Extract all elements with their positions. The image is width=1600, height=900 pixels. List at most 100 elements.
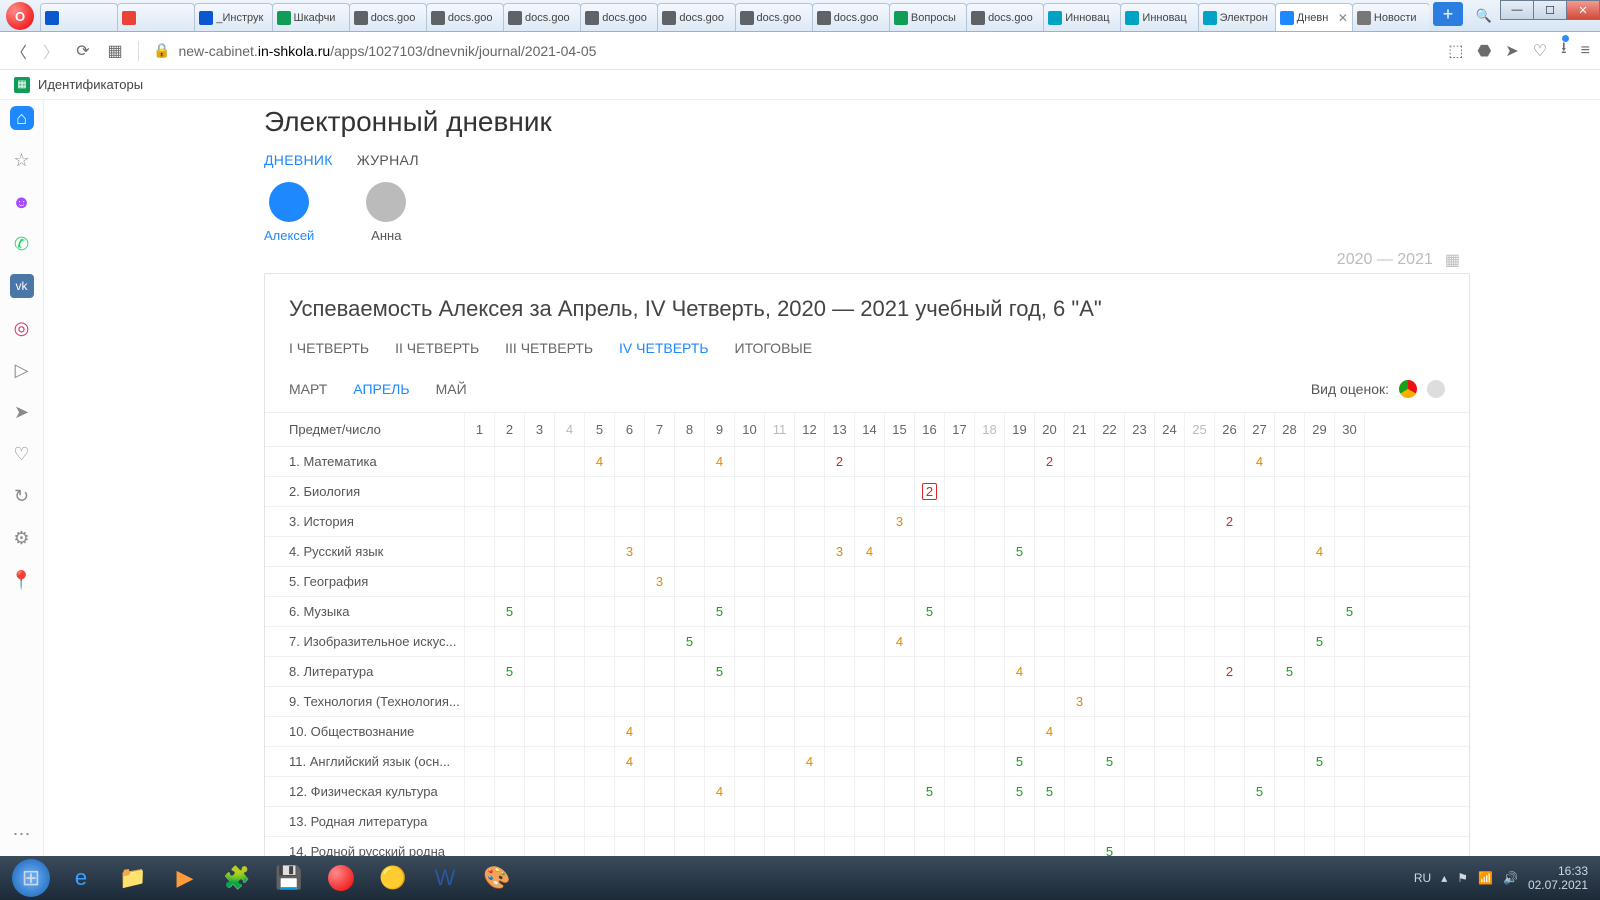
grade-cell [585, 597, 615, 626]
grade-cell [1185, 747, 1215, 776]
tab-q4[interactable]: IV ЧЕТВЕРТЬ [619, 340, 708, 356]
grade-cell [795, 597, 825, 626]
player-icon[interactable]: ▷ [10, 358, 34, 382]
browser-tab[interactable]: Инновац [1120, 3, 1198, 31]
close-window-button[interactable]: ✕ [1566, 0, 1600, 20]
grade-cell: 5 [1095, 747, 1125, 776]
tab-q1[interactable]: I ЧЕТВЕРТЬ [289, 340, 369, 356]
tray-network-icon[interactable]: 📶 [1478, 871, 1493, 885]
back-button[interactable]: 〈 [10, 42, 28, 60]
grade-value: 2 [1226, 514, 1233, 529]
child-aleksei[interactable]: Алексей [264, 182, 314, 243]
taskbar-app1[interactable]: 🧩 [212, 858, 262, 898]
grade-value: 4 [716, 784, 723, 799]
browser-tab[interactable] [40, 3, 118, 31]
browser-tab[interactable]: docs.goo [349, 3, 427, 31]
browser-tab[interactable]: docs.goo [657, 3, 735, 31]
grade-cell [1335, 777, 1365, 806]
history-icon[interactable]: ↻ [10, 484, 34, 508]
tab-diary[interactable]: ДНЕВНИК [264, 152, 333, 168]
start-button[interactable]: ⊞ [12, 859, 50, 897]
shield-icon[interactable]: ⬣ [1477, 41, 1491, 61]
browser-tab[interactable] [117, 3, 195, 31]
minimize-button[interactable]: — [1500, 0, 1534, 20]
pin-icon[interactable]: 📍 [10, 568, 34, 592]
reload-button[interactable]: ⟳ [74, 42, 92, 60]
browser-tab[interactable]: Инновац [1043, 3, 1121, 31]
taskbar-explorer[interactable]: 📁 [108, 858, 158, 898]
browser-tab[interactable]: docs.goo [812, 3, 890, 31]
easy-setup-icon[interactable]: ≡ [1581, 42, 1590, 60]
url-field[interactable]: 🔒 new-cabinet.in-shkola.ru/apps/1027103/… [153, 42, 1434, 59]
screenshot-icon[interactable]: ⬚ [1448, 41, 1463, 61]
grade-cell [675, 447, 705, 476]
taskbar-opera[interactable] [316, 858, 366, 898]
heart-icon[interactable]: ♡ [1533, 41, 1547, 61]
tab-final[interactable]: ИТОГОВЫЕ [735, 340, 813, 356]
subject-name: 1. Математика [265, 447, 465, 476]
home-icon[interactable]: ⌂ [10, 106, 34, 130]
taskbar-save[interactable]: 💾 [264, 858, 314, 898]
browser-tab[interactable]: docs.goo [966, 3, 1044, 31]
browser-tab[interactable]: _Инструк [194, 3, 272, 31]
grade-value: 3 [896, 514, 903, 529]
settings-icon[interactable]: ⚙ [10, 526, 34, 550]
maximize-button[interactable]: ☐ [1533, 0, 1567, 20]
mono-mode-button[interactable] [1427, 380, 1445, 398]
forward-button[interactable]: 〉 [42, 42, 60, 60]
tray-flag-icon[interactable]: ⚑ [1457, 871, 1468, 885]
address-bar: 〈 〉 ⟳ ▦ 🔒 new-cabinet.in-shkola.ru/apps/… [0, 32, 1600, 70]
grade-cell: 2 [1035, 447, 1065, 476]
lang-indicator[interactable]: RU [1414, 871, 1431, 885]
tab-search-button[interactable]: 🔍 [1467, 0, 1501, 31]
table-row: 10. Обществознание44 [265, 717, 1469, 747]
browser-tab[interactable]: Дневн✕ [1275, 3, 1353, 31]
taskbar-paint[interactable]: 🎨 [472, 858, 522, 898]
taskbar-media[interactable]: ▶ [160, 858, 210, 898]
browser-tab[interactable]: docs.goo [426, 3, 504, 31]
grade-value: 2 [1046, 454, 1053, 469]
tab-q3[interactable]: III ЧЕТВЕРТЬ [505, 340, 593, 356]
new-tab-button[interactable]: + [1433, 2, 1463, 26]
tab-journal[interactable]: ЖУРНАЛ [357, 152, 419, 168]
apps-button[interactable]: ▦ [106, 42, 124, 60]
window-titlebar: O _ИнструкШкафчиdocs.goodocs.goodocs.goo… [0, 0, 1600, 32]
browser-tab[interactable]: docs.goo [735, 3, 813, 31]
grade-cell [705, 747, 735, 776]
browser-tab[interactable]: Шкафчи [272, 3, 350, 31]
taskbar-ie[interactable]: e [56, 858, 106, 898]
close-tab-icon[interactable]: ✕ [1335, 11, 1348, 25]
taskbar-word[interactable]: W [420, 858, 470, 898]
tab-march[interactable]: МАРТ [289, 381, 327, 397]
grade-cell [525, 837, 555, 856]
tray-chevron-icon[interactable]: ▴ [1441, 871, 1447, 885]
school-year-picker[interactable]: 2020 — 2021 ▦ [1337, 250, 1460, 270]
bookmark-item[interactable]: Идентификаторы [38, 77, 143, 92]
browser-tab[interactable]: docs.goo [580, 3, 658, 31]
browser-tab[interactable]: Электрон [1198, 3, 1276, 31]
vk-icon[interactable]: vk [10, 274, 34, 298]
tab-q2[interactable]: II ЧЕТВЕРТЬ [395, 340, 479, 356]
tab-april[interactable]: АПРЕЛЬ [353, 381, 409, 397]
tray-clock[interactable]: 16:33 02.07.2021 [1528, 864, 1588, 893]
send-icon[interactable]: ➤ [1505, 41, 1518, 61]
messenger-icon[interactable]: ☻ [10, 190, 34, 214]
browser-tab[interactable]: docs.goo [503, 3, 581, 31]
heart-rail-icon[interactable]: ♡ [10, 442, 34, 466]
more-icon[interactable]: ⋯ [10, 822, 34, 846]
color-mode-button[interactable] [1399, 380, 1417, 398]
opera-menu-button[interactable]: O [6, 2, 34, 30]
tray-volume-icon[interactable]: 🔊 [1503, 871, 1518, 885]
browser-tab[interactable]: Вопросы [889, 3, 967, 31]
taskbar-chrome[interactable]: 🟡 [368, 858, 418, 898]
send-rail-icon[interactable]: ➤ [10, 400, 34, 424]
star-icon[interactable]: ☆ [10, 148, 34, 172]
instagram-icon[interactable]: ◎ [10, 316, 34, 340]
grade-cell [1065, 777, 1095, 806]
sheets-icon: ▦ [14, 77, 30, 93]
whatsapp-icon[interactable]: ✆ [10, 232, 34, 256]
browser-tab[interactable]: Новости [1352, 3, 1429, 31]
child-anna[interactable]: Анна [366, 182, 406, 243]
tab-may[interactable]: МАЙ [436, 381, 467, 397]
downloads-icon[interactable]: ⭳ [1561, 37, 1567, 64]
